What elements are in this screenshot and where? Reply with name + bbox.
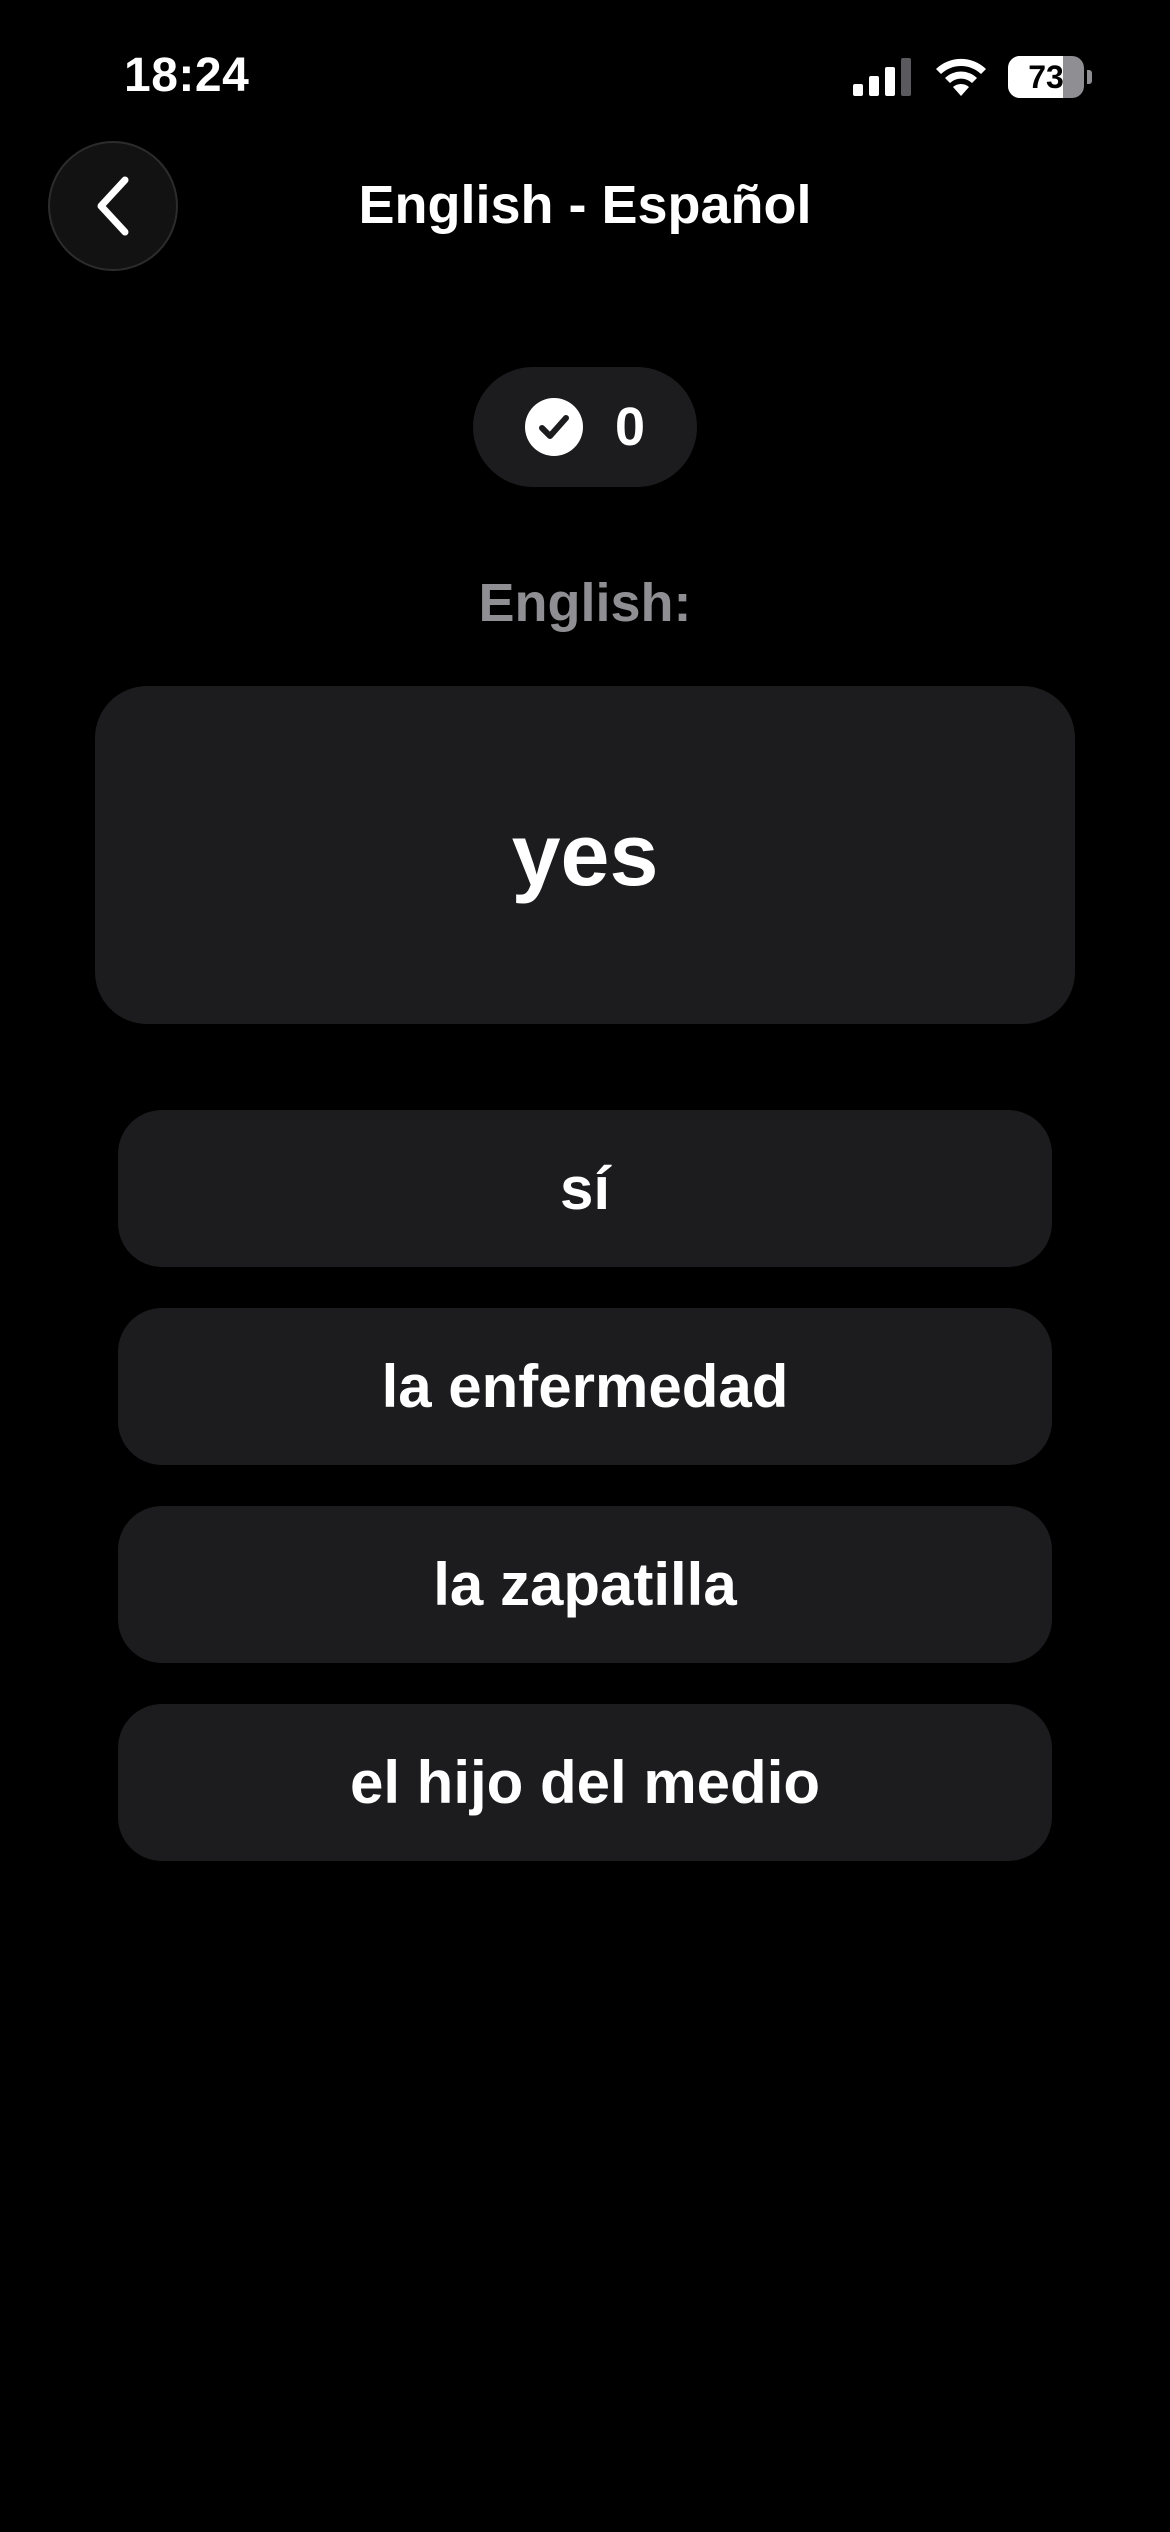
battery-icon: 73 <box>1008 56 1092 98</box>
score-badge: 0 <box>473 367 697 487</box>
answer-option-button[interactable]: sí <box>118 1110 1052 1267</box>
check-circle-icon <box>524 398 583 456</box>
answer-option-label: el hijo del medio <box>349 1749 821 1816</box>
answer-option-label: sí <box>559 1155 611 1222</box>
status-time: 18:24 <box>124 49 250 102</box>
answer-option-button[interactable]: la enfermedad <box>118 1308 1052 1465</box>
status-bar: 18:24 73 <box>0 0 1170 150</box>
answer-option-label: la enfermedad <box>381 1353 789 1420</box>
wifi-icon <box>936 58 986 96</box>
source-language-label: English: <box>478 573 692 633</box>
page-title: English - Español <box>358 175 812 235</box>
prompt-word: yes <box>511 805 659 904</box>
answer-option-label: la zapatilla <box>433 1551 737 1618</box>
score-value: 0 <box>614 397 646 457</box>
answer-option-button[interactable]: la zapatilla <box>118 1506 1052 1663</box>
signal-icon <box>853 58 911 96</box>
prompt-card: yes <box>95 686 1075 1024</box>
answer-option-button[interactable]: el hijo del medio <box>118 1704 1052 1861</box>
battery-level: 73 <box>1028 59 1064 95</box>
answer-options: sí la enfermedad la zapatilla el hijo de… <box>118 1110 1052 1902</box>
